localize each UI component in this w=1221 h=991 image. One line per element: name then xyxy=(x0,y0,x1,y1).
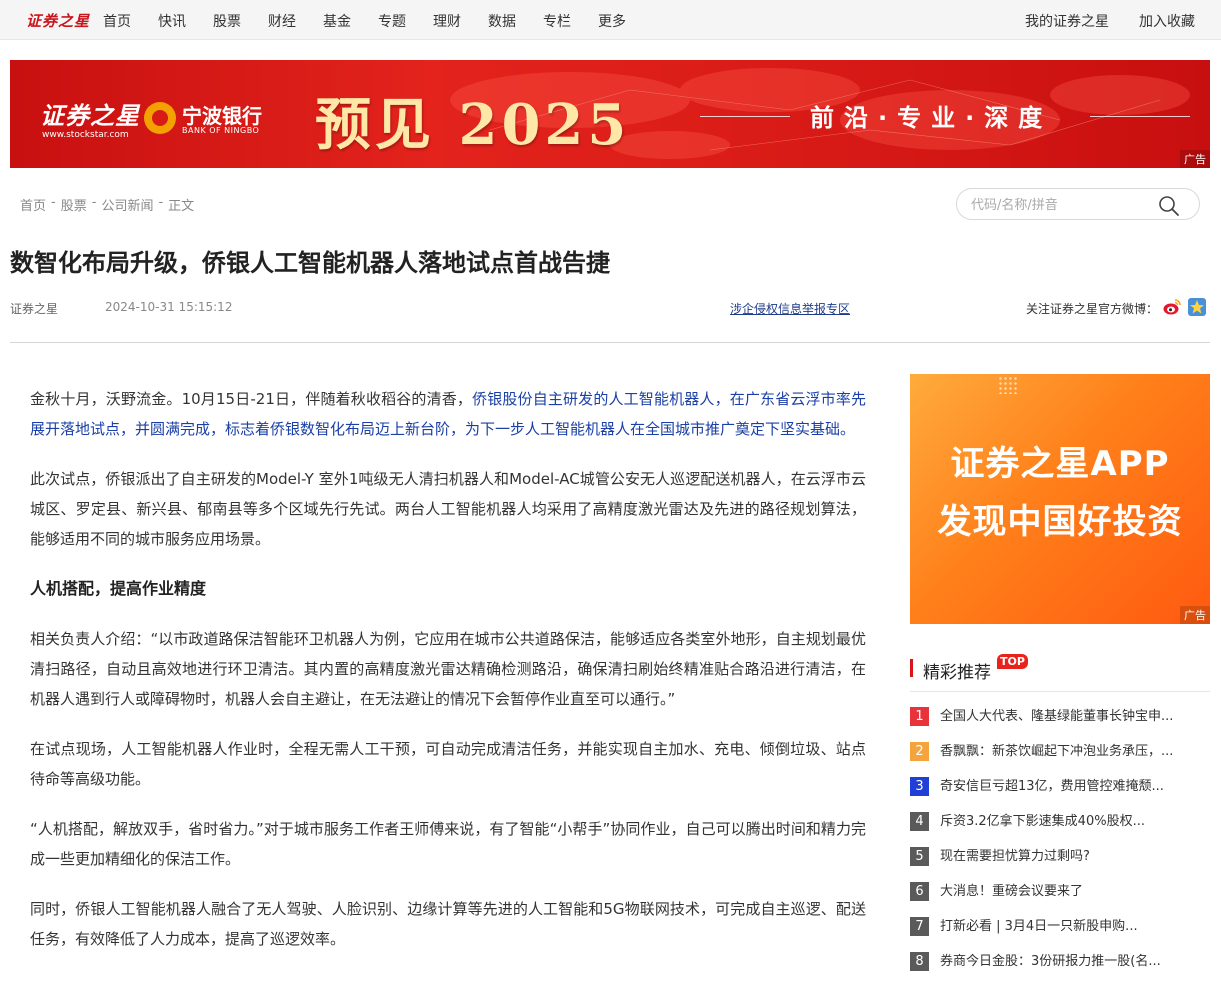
bank-name-en: BANK OF NINGBO xyxy=(182,126,260,135)
breadcrumb-sep: - xyxy=(51,195,56,210)
article-source: 证券之星 xyxy=(10,302,59,316)
breadcrumb-home[interactable]: 首页 xyxy=(20,195,46,214)
breadcrumb-current: 正文 xyxy=(168,199,195,214)
rank-badge: 3 xyxy=(910,777,929,796)
banner-headline: 预见 2025 xyxy=(315,92,631,158)
rank-badge: 1 xyxy=(910,707,929,726)
recommend-item-title[interactable]: 券商今日金股：3份研报力推一股(名... xyxy=(940,952,1190,971)
nav-item-data[interactable]: 数据 xyxy=(488,11,516,31)
rank-badge: 5 xyxy=(910,847,929,866)
banner-url: www.stockstar.com xyxy=(42,130,129,140)
nav-item-finance[interactable]: 财经 xyxy=(268,11,296,31)
top-badge: TOP xyxy=(997,654,1028,669)
rank-badge: 2 xyxy=(910,742,929,761)
breadcrumb-sep: - xyxy=(91,195,97,210)
bank-name: 宁波银行 xyxy=(182,104,262,128)
nav-item-stocks[interactable]: 股票 xyxy=(213,11,241,31)
paragraph-2: 此次试点，侨银派出了自主研发的Model-Y 室外1吨级无人清扫机器人和Mode… xyxy=(30,470,866,548)
stock-search xyxy=(956,188,1200,220)
paragraph-1: 金秋十月，沃野流金。10月15日-21日，伴随着秋收稻谷的清香，侨银股份自主研发… xyxy=(30,384,866,444)
nav-menu: 首页 快讯 股票 财经 基金 专题 理财 数据 专栏 更多 xyxy=(103,11,653,31)
article-title: 数智化布局升级，侨银人工智能机器人落地试点首战告捷 xyxy=(10,249,610,277)
my-stockstar-link[interactable]: 我的证券之星 xyxy=(1025,11,1109,31)
paragraph-3: 相关负责人介绍：“以市政道路保洁智能环卫机器人为例，它应用在城市公共道路保洁，能… xyxy=(30,630,866,708)
section-subhead: 人机搭配，提高作业精度 xyxy=(30,579,207,598)
recommend-item-title[interactable]: 全国人大代表、隆基绿能董事长钟宝申... xyxy=(940,707,1190,726)
rank-badge: 6 xyxy=(910,882,929,901)
recommend-item-title[interactable]: 现在需要担忧算力过剩吗? xyxy=(940,847,1190,866)
recommend-header: 精彩推荐 TOP xyxy=(910,654,1210,692)
recommend-title: 精彩推荐 xyxy=(923,663,991,683)
ad-label: 广告 xyxy=(1180,150,1210,168)
recommend-item-title[interactable]: 斥资3.2亿拿下影速集成40%股权... xyxy=(940,812,1190,831)
breadcrumb-company-news[interactable]: 公司新闻 xyxy=(101,195,153,214)
follow-weibo-text: 关注证券之星官方微博： xyxy=(1026,302,1159,316)
banner-divider-right xyxy=(1090,116,1190,117)
recommend-item[interactable]: 5 现在需要担忧算力过剩吗? xyxy=(910,847,1210,882)
app-promo-ad[interactable]: 证券之星APP 发现中国好投资 广告 xyxy=(910,374,1210,624)
ad-label: 广告 xyxy=(1180,606,1210,624)
recommend-accent-bar xyxy=(910,659,913,677)
bank-logo-icon xyxy=(144,102,176,134)
recommend-item[interactable]: 4 斥资3.2亿拿下影速集成40%股权... xyxy=(910,812,1210,847)
recommend-item[interactable]: 7 打新必看 | 3月4日一只新股申购... xyxy=(910,917,1210,952)
nav-item-funds[interactable]: 基金 xyxy=(323,11,351,31)
title-divider xyxy=(10,342,1210,343)
paragraph-1-text: 金秋十月，沃野流金。10月15日-21日，伴随着秋收稻谷的清香， xyxy=(30,390,473,408)
nav-item-more[interactable]: 更多 xyxy=(598,11,626,31)
search-input[interactable] xyxy=(971,195,1161,215)
article-body: 金秋十月，沃野流金。10月15日-21日，伴随着秋收稻谷的清香，侨银股份自主研发… xyxy=(30,384,866,974)
ad-dots-decoration xyxy=(998,376,1018,394)
banner-ad[interactable]: 证券之星 www.stockstar.com 宁波银行 BANK OF NING… xyxy=(10,60,1210,168)
report-link[interactable]: 涉企侵权信息举报专区 xyxy=(730,300,850,317)
rank-badge: 4 xyxy=(910,812,929,831)
nav-item-flash[interactable]: 快讯 xyxy=(158,11,186,31)
app-promo-line1: 证券之星APP xyxy=(950,444,1170,484)
nav-item-wealth[interactable]: 理财 xyxy=(433,11,461,31)
recommend-item[interactable]: 6 大消息！重磅会议要来了 xyxy=(910,882,1210,917)
rank-badge: 7 xyxy=(910,917,929,936)
article-time: 2024-10-31 15:15:12 xyxy=(105,300,233,314)
recommend-item-title[interactable]: 奇安信巨亏超13亿，费用管控难掩颓... xyxy=(940,777,1190,796)
top-nav: 证券之星 首页 快讯 股票 财经 基金 专题 理财 数据 专栏 更多 我的证券之… xyxy=(0,0,1221,40)
recommend-item[interactable]: 2 香飘飘：新茶饮崛起下冲泡业务承压，... xyxy=(910,742,1210,777)
app-promo-line2: 发现中国好投资 xyxy=(937,502,1183,542)
recommend-item[interactable]: 3 奇安信巨亏超13亿，费用管控难掩颓... xyxy=(910,777,1210,812)
recommend-list: 1 全国人大代表、隆基绿能董事长钟宝申... 2 香飘飘：新茶饮崛起下冲泡业务承压，.… xyxy=(910,707,1210,987)
nav-item-topics[interactable]: 专题 xyxy=(378,11,406,31)
banner-logo: 证券之星 xyxy=(40,101,140,130)
nav-item-columns[interactable]: 专栏 xyxy=(543,11,571,31)
search-icon[interactable] xyxy=(1157,194,1181,218)
banner-slogan: 前沿·专业·深度 xyxy=(810,104,1053,132)
recommend-item-title[interactable]: 打新必看 | 3月4日一只新股申购... xyxy=(940,917,1190,936)
recommend-item[interactable]: 1 全国人大代表、隆基绿能董事长钟宝申... xyxy=(910,707,1210,742)
nav-right: 我的证券之星 加入收藏 xyxy=(995,11,1195,31)
recommend-item-title[interactable]: 大消息！重磅会议要来了 xyxy=(940,882,1190,901)
breadcrumb-stocks[interactable]: 股票 xyxy=(61,195,87,214)
site-logo[interactable]: 证券之星 xyxy=(26,10,90,31)
nav-item-home[interactable]: 首页 xyxy=(103,11,131,31)
banner-divider-left xyxy=(700,116,790,117)
paragraph-5: “人机搭配，解放双手，省时省力。”对于城市服务工作者王师傅来说，有了智能“小帮手… xyxy=(30,820,866,868)
add-favorite-link[interactable]: 加入收藏 xyxy=(1139,11,1195,31)
star-icon[interactable] xyxy=(1188,298,1206,316)
rank-badge: 8 xyxy=(910,952,929,971)
breadcrumb: 首页 - 股票 - 公司新闻 - 正文 xyxy=(20,195,194,214)
paragraph-4: 在试点现场，人工智能机器人作业时，全程无需人工干预，可自动完成清洁任务，并能实现… xyxy=(30,740,866,788)
breadcrumb-sep: - xyxy=(158,195,164,210)
paragraph-6: 同时，侨银人工智能机器人融合了无人驾驶、人脸识别、边缘计算等先进的人工智能和5G… xyxy=(30,900,866,948)
recommend-item-title[interactable]: 香飘飘：新茶饮崛起下冲泡业务承压，... xyxy=(940,742,1190,761)
recommend-item[interactable]: 8 券商今日金股：3份研报力推一股(名... xyxy=(910,952,1210,987)
weibo-icon[interactable] xyxy=(1162,297,1182,317)
